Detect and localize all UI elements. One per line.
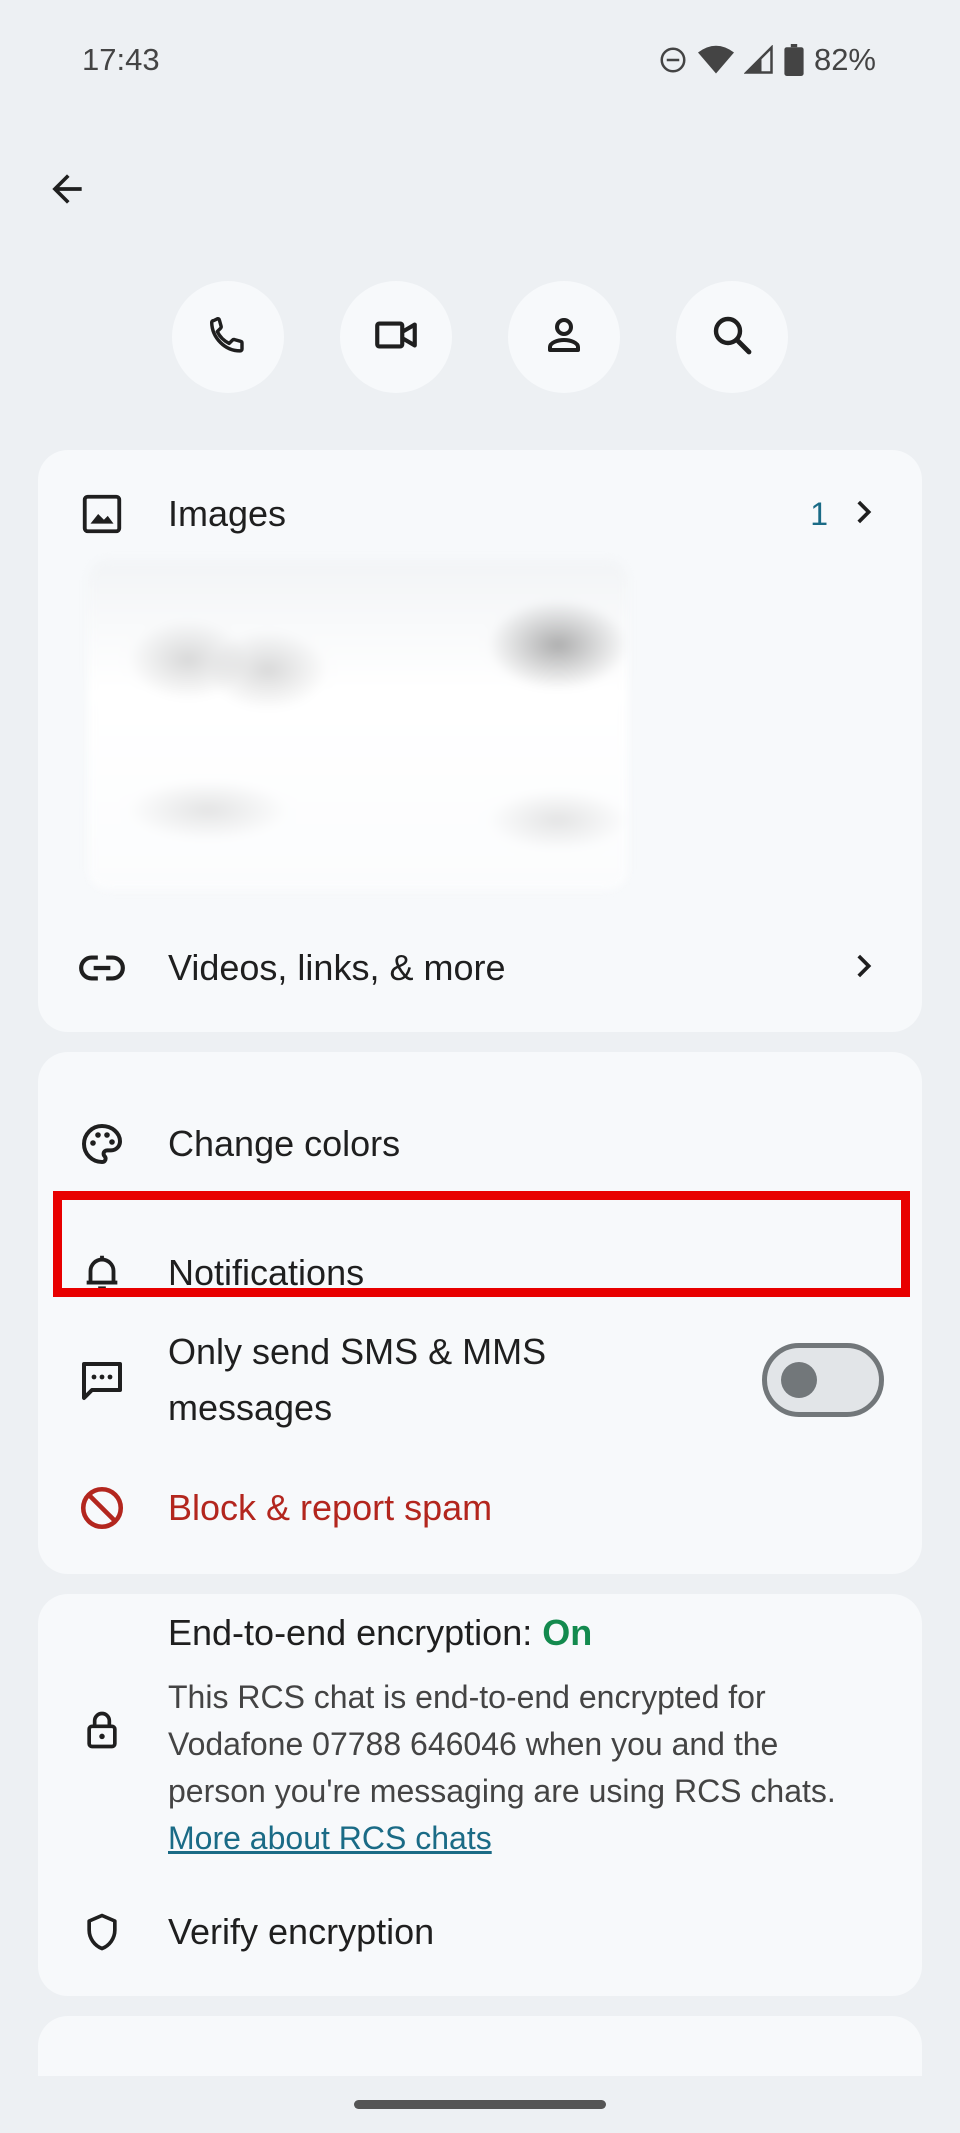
palette-icon bbox=[74, 1116, 130, 1172]
encryption-description: This RCS chat is end-to-end encrypted fo… bbox=[168, 1674, 878, 1862]
signal-icon bbox=[743, 45, 774, 75]
status-time: 17:43 bbox=[82, 42, 160, 77]
wifi-icon bbox=[697, 45, 734, 75]
quick-actions bbox=[0, 281, 960, 393]
lock-icon bbox=[74, 1702, 130, 1758]
contact-button[interactable] bbox=[508, 281, 620, 393]
person-icon bbox=[540, 311, 588, 364]
block-spam-label: Block & report spam bbox=[168, 1487, 493, 1528]
images-row[interactable]: Images 1 bbox=[38, 486, 922, 542]
link-icon bbox=[74, 940, 130, 996]
gesture-nav-bar[interactable] bbox=[354, 2100, 606, 2109]
notifications-highlight bbox=[53, 1191, 910, 1297]
change-colors-label: Change colors bbox=[168, 1123, 401, 1164]
next-card-partial bbox=[38, 2016, 922, 2076]
videos-label: Videos, links, & more bbox=[168, 947, 506, 988]
status-bar: 17:43 82% bbox=[0, 0, 960, 120]
status-icons: 82% bbox=[658, 42, 876, 78]
chevron-right-icon bbox=[846, 949, 880, 988]
image-thumbnail[interactable] bbox=[88, 560, 628, 890]
video-call-button[interactable] bbox=[340, 281, 452, 393]
sms-only-label: Only send SMS & MMS messages bbox=[168, 1331, 547, 1428]
videos-links-row[interactable]: Videos, links, & more bbox=[38, 940, 922, 996]
search-button[interactable] bbox=[676, 281, 788, 393]
encryption-title-text: End-to-end encryption: bbox=[168, 1612, 543, 1653]
images-count: 1 bbox=[810, 495, 828, 532]
call-button[interactable] bbox=[172, 281, 284, 393]
encryption-title: End-to-end encryption: On bbox=[168, 1612, 592, 1654]
block-icon bbox=[74, 1480, 130, 1536]
image-icon bbox=[74, 486, 130, 542]
encryption-card: End-to-end encryption: On This RCS chat … bbox=[38, 1594, 922, 1996]
media-card: Images 1 Videos, links, & more bbox=[38, 450, 922, 1032]
arrow-back-icon bbox=[45, 167, 89, 216]
settings-card: Change colors Notifications Only send SM… bbox=[38, 1052, 922, 1574]
images-label: Images bbox=[168, 493, 287, 534]
back-button[interactable] bbox=[36, 160, 98, 222]
sms-only-toggle[interactable] bbox=[762, 1343, 884, 1417]
phone-icon bbox=[205, 312, 251, 363]
rcs-info-link[interactable]: More about RCS chats bbox=[168, 1815, 492, 1862]
change-colors-row[interactable]: Change colors bbox=[38, 1116, 922, 1172]
search-icon bbox=[708, 311, 756, 364]
chevron-right-icon bbox=[846, 495, 880, 534]
video-camera-icon bbox=[371, 310, 421, 365]
sms-only-row[interactable]: Only send SMS & MMS messages bbox=[38, 1324, 922, 1436]
shield-icon bbox=[74, 1904, 130, 1960]
verify-encryption-row[interactable]: Verify encryption bbox=[38, 1904, 922, 1960]
battery-percent: 82% bbox=[813, 42, 876, 77]
encryption-description-text: This RCS chat is end-to-end encrypted fo… bbox=[168, 1679, 836, 1809]
battery-icon bbox=[784, 44, 804, 76]
message-dots-icon bbox=[74, 1352, 130, 1408]
dnd-icon bbox=[658, 45, 688, 75]
block-spam-row[interactable]: Block & report spam bbox=[38, 1480, 922, 1536]
toggle-knob bbox=[781, 1362, 817, 1398]
encryption-status: On bbox=[542, 1612, 593, 1653]
verify-encryption-label: Verify encryption bbox=[168, 1911, 435, 1952]
